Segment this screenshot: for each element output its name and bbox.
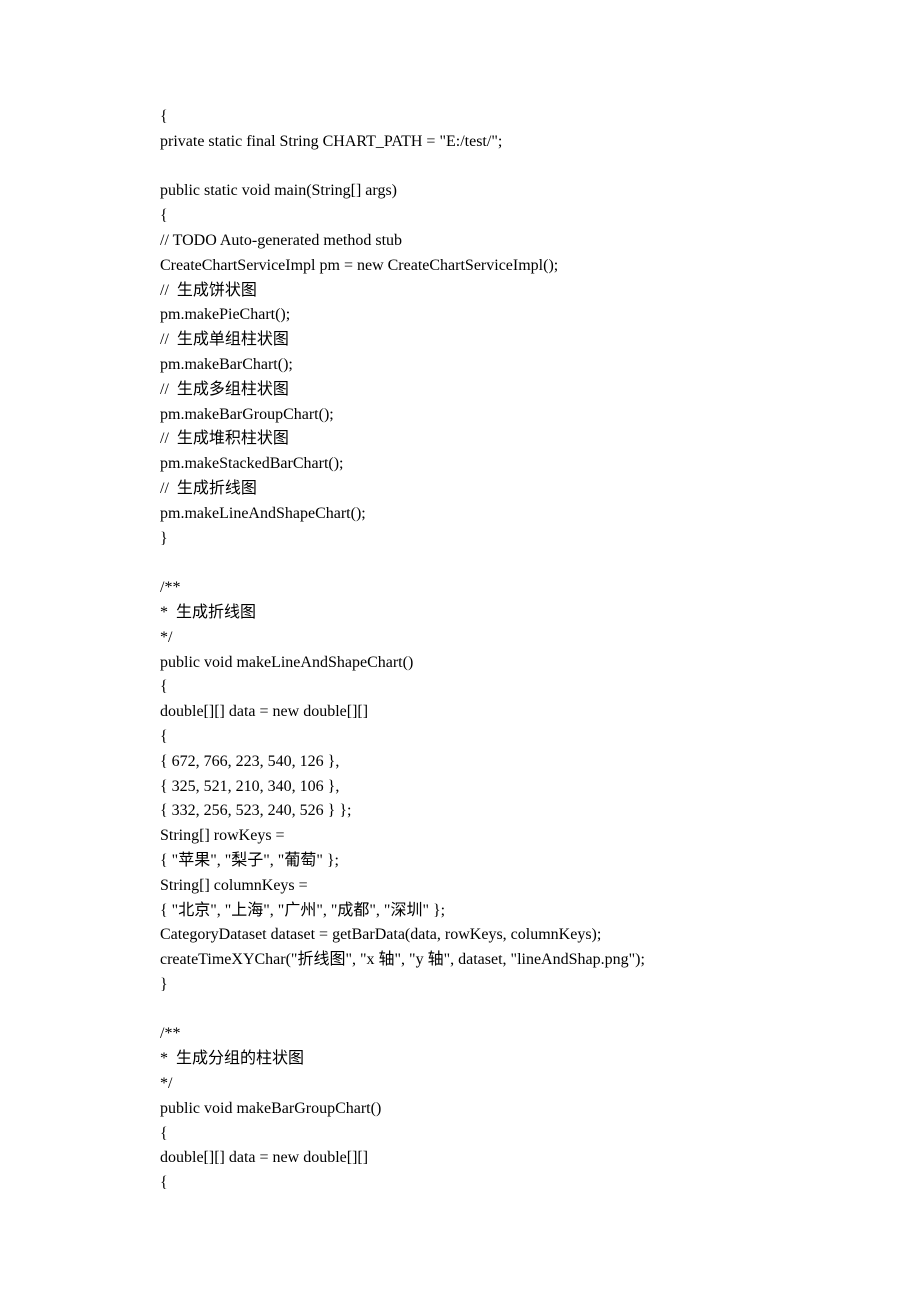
- code-line: {: [160, 1171, 760, 1196]
- code-line: // 生成多组柱状图: [160, 378, 760, 403]
- code-line: CategoryDataset dataset = getBarData(dat…: [160, 923, 760, 948]
- code-line: // TODO Auto-generated method stub: [160, 229, 760, 254]
- code-block: { private static final String CHART_PATH…: [160, 105, 760, 1196]
- code-line: * 生成分组的柱状图: [160, 1047, 760, 1072]
- code-line: /**: [160, 1022, 760, 1047]
- code-line: { "苹果", "梨子", "葡萄" };: [160, 849, 760, 874]
- code-line: */: [160, 626, 760, 651]
- code-line: // 生成单组柱状图: [160, 328, 760, 353]
- code-line: // 生成堆积柱状图: [160, 427, 760, 452]
- code-line: public void makeBarGroupChart(): [160, 1097, 760, 1122]
- code-line: CreateChartServiceImpl pm = new CreateCh…: [160, 254, 760, 279]
- code-line: double[][] data = new double[][]: [160, 1146, 760, 1171]
- code-line: [160, 155, 760, 180]
- code-line: pm.makeLineAndShapeChart();: [160, 502, 760, 527]
- code-line: { 672, 766, 223, 540, 126 },: [160, 750, 760, 775]
- code-line: [160, 551, 760, 576]
- code-line: */: [160, 1072, 760, 1097]
- code-line: /**: [160, 576, 760, 601]
- code-line: pm.makeStackedBarChart();: [160, 452, 760, 477]
- code-line: {: [160, 675, 760, 700]
- code-line: [160, 998, 760, 1023]
- code-line: pm.makeBarChart();: [160, 353, 760, 378]
- code-line: public void makeLineAndShapeChart(): [160, 651, 760, 676]
- code-line: {: [160, 725, 760, 750]
- code-line: {: [160, 105, 760, 130]
- code-line: private static final String CHART_PATH =…: [160, 130, 760, 155]
- code-line: { 325, 521, 210, 340, 106 },: [160, 775, 760, 800]
- code-line: String[] columnKeys =: [160, 874, 760, 899]
- code-line: // 生成折线图: [160, 477, 760, 502]
- code-line: pm.makeBarGroupChart();: [160, 403, 760, 428]
- code-line: public static void main(String[] args): [160, 179, 760, 204]
- code-line: { 332, 256, 523, 240, 526 } };: [160, 799, 760, 824]
- code-line: }: [160, 973, 760, 998]
- code-line: * 生成折线图: [160, 601, 760, 626]
- document-page: { private static final String CHART_PATH…: [0, 0, 920, 1302]
- code-line: // 生成饼状图: [160, 279, 760, 304]
- code-line: {: [160, 1122, 760, 1147]
- code-line: }: [160, 527, 760, 552]
- code-line: pm.makePieChart();: [160, 303, 760, 328]
- code-line: createTimeXYChar("折线图", "x 轴", "y 轴", da…: [160, 948, 760, 973]
- code-line: String[] rowKeys =: [160, 824, 760, 849]
- code-line: { "北京", "上海", "广州", "成都", "深圳" };: [160, 899, 760, 924]
- code-line: {: [160, 204, 760, 229]
- code-line: double[][] data = new double[][]: [160, 700, 760, 725]
